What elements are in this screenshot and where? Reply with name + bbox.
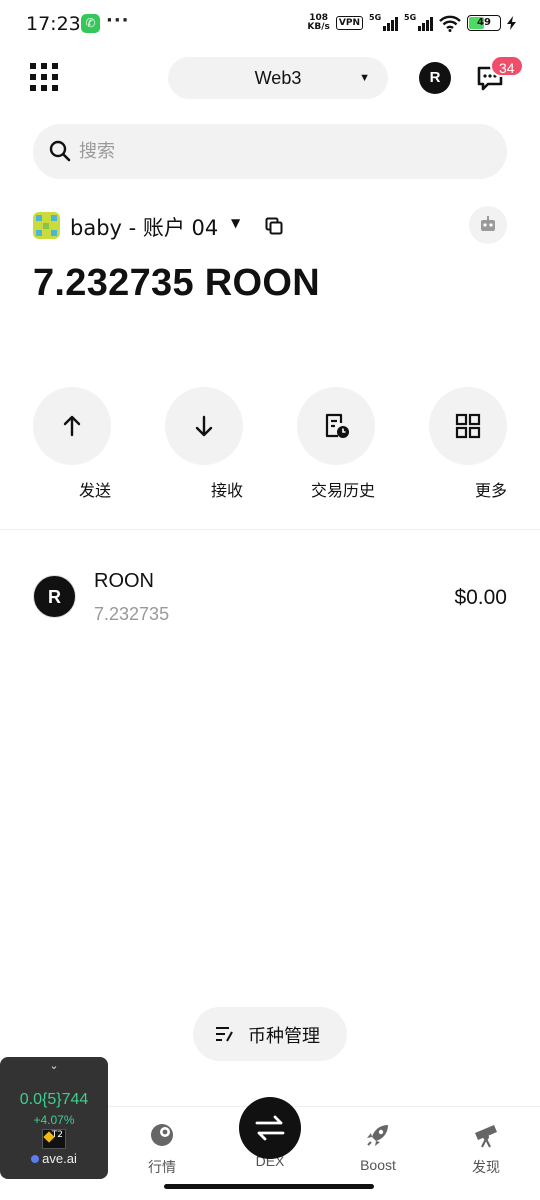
arrow-down-icon — [195, 415, 213, 437]
price-widget[interactable]: ⌄ 0.0{5}744 +4.07% T2 ave.ai — [0, 1057, 108, 1179]
receive-label: 接收 — [210, 481, 243, 500]
token-amount: 7.232735 — [94, 604, 170, 624]
rocket-icon — [367, 1125, 388, 1146]
send-button[interactable]: 发送 — [33, 387, 111, 501]
account-icon[interactable] — [33, 212, 60, 239]
history-icon — [325, 413, 349, 438]
manage-label: 币种管理 — [248, 1026, 320, 1047]
network-label: Web3 — [254, 68, 302, 88]
arrow-up-icon — [63, 415, 81, 437]
history-label: 交易历史 — [310, 481, 375, 500]
widget-price: 0.0{5}744 — [19, 1091, 89, 1108]
robot-icon — [481, 216, 495, 231]
nav-discover[interactable]: 发现 — [446, 1121, 526, 1177]
nav-boost[interactable]: Boost — [338, 1121, 418, 1173]
apps-grid-icon[interactable] — [30, 63, 58, 91]
home-indicator[interactable] — [164, 1184, 374, 1189]
dex-button[interactable] — [239, 1097, 301, 1159]
status-time: 17:23 — [26, 13, 81, 35]
more-button[interactable]: 更多 — [429, 387, 507, 501]
brand-dot-icon — [31, 1155, 40, 1163]
coin-icon: T2 — [42, 1129, 66, 1149]
search-icon — [49, 140, 71, 162]
receive-button[interactable]: 接收 — [165, 387, 243, 501]
robot-button[interactable] — [469, 206, 507, 244]
notification-badge: 34 — [490, 55, 524, 77]
vpn-badge: VPN — [335, 16, 363, 30]
grid-icon — [455, 413, 481, 439]
phone-call-icon[interactable]: ✆ — [81, 14, 100, 33]
token-logo: R — [33, 575, 76, 618]
battery-icon: 49 — [467, 15, 501, 31]
token-symbol: ROON — [94, 570, 154, 592]
copy-icon[interactable] — [265, 217, 283, 235]
charging-icon — [507, 16, 516, 30]
search-input[interactable] — [79, 124, 479, 179]
network-speed: 108 KB/s — [307, 13, 330, 32]
signal-icon: 5G — [369, 13, 398, 31]
swap-icon — [255, 1115, 285, 1141]
signal-icon-2: 5G — [404, 13, 433, 31]
account-avatar[interactable]: R — [419, 62, 451, 94]
account-name[interactable]: baby - 账户 04 — [70, 212, 218, 242]
widget-brand: ave.ai — [0, 1151, 108, 1166]
quick-actions: 发送 接收 交易历史 更多 — [33, 387, 507, 502]
status-more: ··· — [106, 10, 130, 31]
send-label: 发送 — [78, 481, 111, 500]
more-label: 更多 — [474, 481, 507, 500]
chevron-down-icon[interactable]: ⌄ — [0, 1059, 108, 1072]
manage-tokens-button[interactable]: 币种管理 — [193, 1007, 347, 1061]
divider — [0, 529, 540, 530]
account-row: baby - 账户 04 ▼ — [33, 206, 507, 244]
search-bar[interactable] — [33, 124, 507, 179]
nav-market[interactable]: 行情 — [122, 1121, 202, 1177]
status-bar: 17:23 ✆ ··· 108 KB/s VPN 5G 5G 49 — [0, 0, 540, 50]
token-row[interactable]: R ROON 7.232735 $0.00 — [33, 565, 507, 631]
market-icon — [151, 1124, 173, 1146]
network-selector[interactable]: Web3 ▼ — [168, 57, 388, 99]
caret-down-icon[interactable]: ▼ — [231, 216, 240, 230]
token-value: $0.00 — [454, 586, 507, 609]
widget-change: +4.07% — [33, 1113, 75, 1127]
caret-down-icon: ▼ — [359, 72, 370, 84]
nav-dex[interactable]: DEX — [230, 1097, 310, 1169]
history-button[interactable]: 交易历史 — [297, 387, 375, 501]
wifi-icon — [439, 15, 461, 32]
manage-icon — [216, 1027, 233, 1042]
top-header: Web3 ▼ R 34 — [0, 55, 540, 101]
telescope-icon — [475, 1125, 497, 1148]
total-balance: 7.232735 ROON — [33, 262, 320, 304]
status-indicators: 108 KB/s VPN 5G 5G 49 — [307, 13, 516, 32]
